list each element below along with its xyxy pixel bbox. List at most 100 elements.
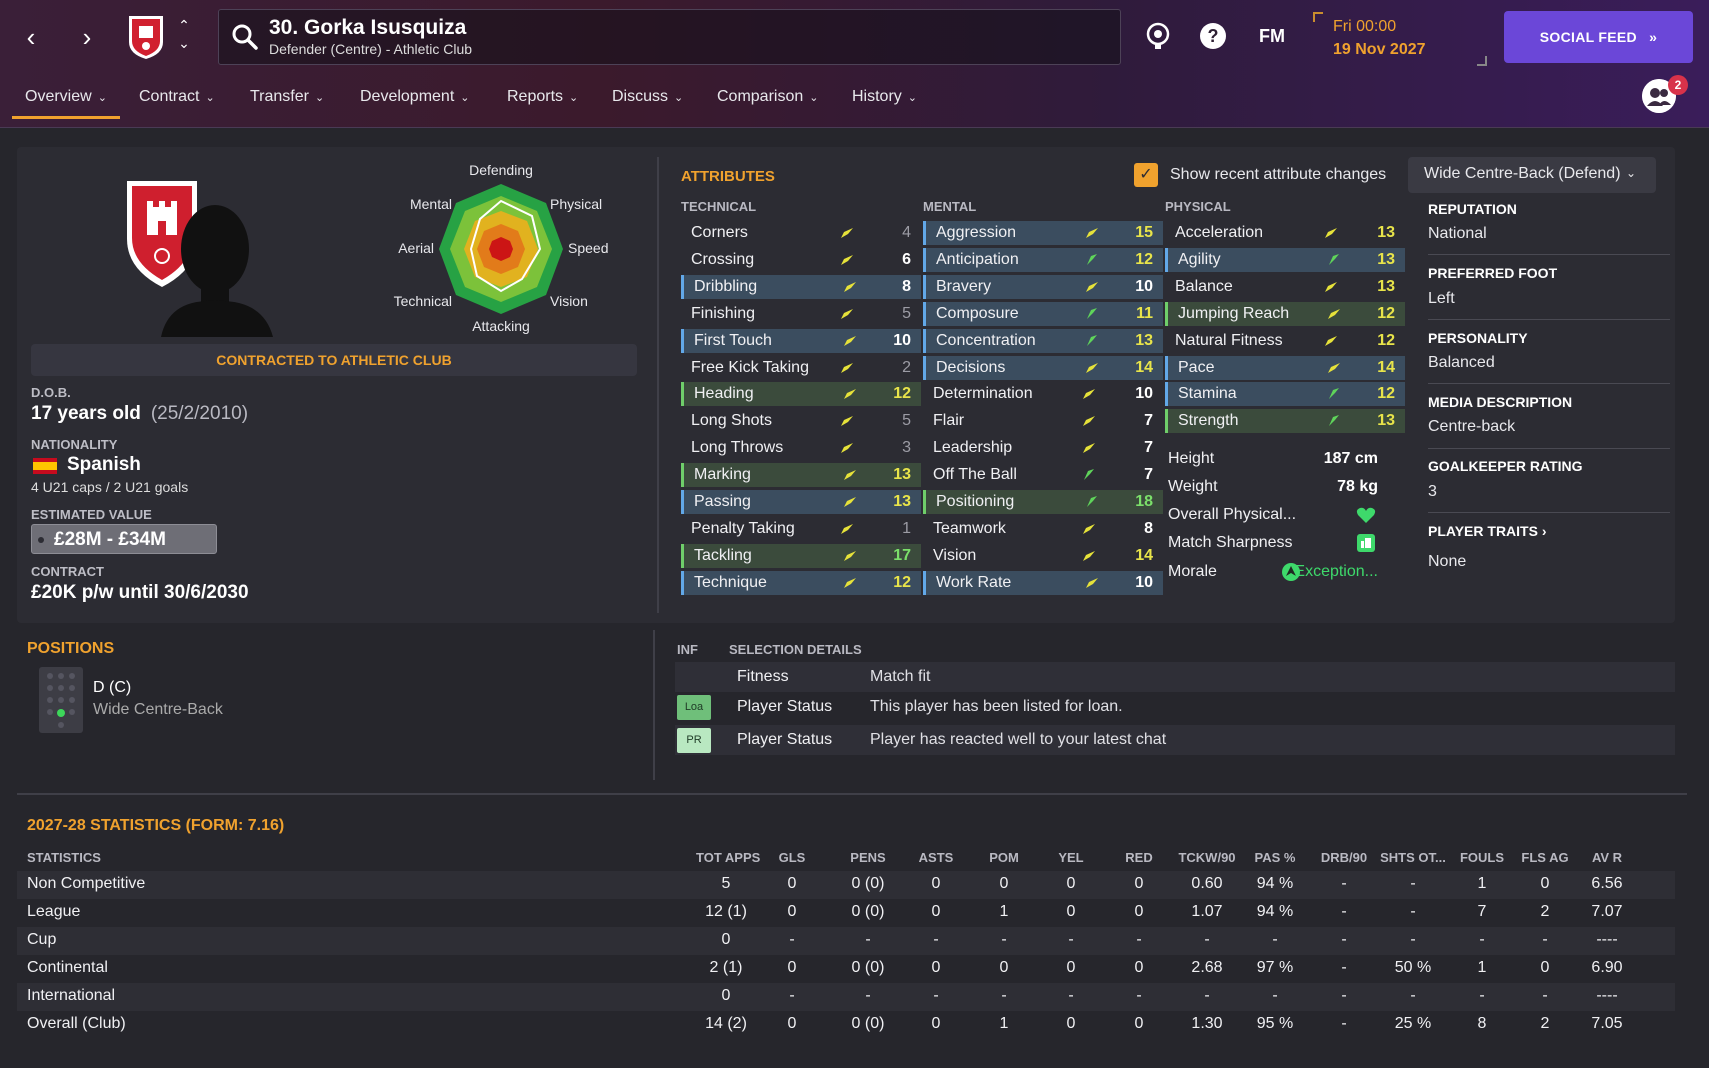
attribute-row[interactable]: First Touch 10 — [681, 328, 921, 353]
tab-contract[interactable]: Contract ⌄ — [139, 88, 215, 106]
attribute-row[interactable]: Teamwork 8 — [923, 517, 1163, 541]
attribute-row[interactable]: Flair 7 — [923, 409, 1163, 433]
statistics-column-header[interactable]: PAS % — [1245, 850, 1305, 865]
attribute-row[interactable]: Technique 12 — [681, 570, 921, 595]
player-search-box[interactable]: 30. Gorka Isusquiza Defender (Centre) - … — [218, 9, 1121, 65]
attribute-row[interactable]: Off The Ball 7 — [923, 463, 1163, 487]
statistics-column-header[interactable]: PENS — [838, 850, 898, 865]
attribute-row[interactable]: Penalty Taking 1 — [681, 517, 921, 541]
attribute-row[interactable]: Dribbling 8 — [681, 274, 921, 299]
tab-discuss[interactable]: Discuss ⌄ — [612, 88, 683, 106]
nationality-value[interactable]: Spanish — [67, 454, 141, 476]
social-feed-button[interactable]: SOCIAL FEED » — [1504, 11, 1693, 63]
attribute-name: Anticipation — [936, 250, 1019, 268]
trend-up-left-icon — [1329, 415, 1339, 427]
attribute-row[interactable]: Long Throws 3 — [681, 436, 921, 460]
tab-history[interactable]: History ⌄ — [852, 88, 917, 106]
tab-overview[interactable]: Overview ⌄ — [25, 88, 107, 106]
tab-comparison[interactable]: Comparison ⌄ — [717, 88, 818, 106]
attribute-row[interactable]: Bravery 10 — [923, 274, 1163, 299]
community-icon[interactable] — [1142, 20, 1174, 52]
attribute-row[interactable]: Work Rate 10 — [923, 570, 1163, 595]
attribute-value: 17 — [893, 546, 911, 564]
attribute-row[interactable]: Agility 13 — [1165, 247, 1405, 272]
statistics-row[interactable]: International 0- - - - - - - - - - - - ---- — [17, 983, 1675, 1011]
statistics-column-header[interactable]: POM — [974, 850, 1034, 865]
statistics-row[interactable]: Continental 2 (1) 0 0 (0) 0 0 0 0 2.68 97 % - 50 % 1… — [17, 955, 1675, 983]
attribute-value: 13 — [893, 493, 911, 510]
position-pitch[interactable] — [39, 667, 83, 733]
attribute-value: 7 — [1144, 466, 1153, 484]
checkbox-checked-icon[interactable]: ✓ — [1134, 163, 1158, 187]
loan-badge[interactable]: Loa — [677, 695, 711, 720]
back-arrow-icon[interactable]: ‹ — [14, 20, 48, 54]
attribute-row[interactable]: Finishing 5 — [681, 302, 921, 326]
attribute-row[interactable]: Heading 12 — [681, 382, 921, 407]
search-icon[interactable] — [231, 23, 259, 51]
attribute-row[interactable]: Pace 14 — [1165, 355, 1405, 380]
statistics-row[interactable]: Cup 0- - - - - - - - - - - - ---- — [17, 927, 1675, 955]
attribute-row[interactable]: Determination 10 — [923, 382, 1163, 406]
attribute-row[interactable]: Composure 11 — [923, 301, 1163, 326]
attribute-value: 12 — [1377, 385, 1395, 403]
role-select[interactable]: Wide Centre-Back (Defend) ⌄ — [1408, 157, 1656, 193]
fm-menu-button[interactable]: FM — [1252, 20, 1292, 52]
morale-label: Morale — [1168, 563, 1217, 580]
pr-badge[interactable]: PR — [677, 728, 711, 753]
attribute-row[interactable]: Leadership 7 — [923, 436, 1163, 460]
statistics-row[interactable]: League 12 (1) 0 0 (0) 0 1 0 0 1.07 94 % - - 7 2 7.07 — [17, 899, 1675, 927]
player-traits-link[interactable]: PLAYER TRAITS › — [1428, 523, 1547, 539]
attribute-row[interactable]: Strength 13 — [1165, 409, 1405, 434]
attribute-value: 13 — [1377, 412, 1395, 430]
statistics-cell: 0 — [999, 959, 1009, 976]
statistics-column-header[interactable]: RED — [1109, 850, 1169, 865]
statistics-column-header[interactable]: FOULS — [1452, 850, 1512, 865]
tab-reports[interactable]: Reports ⌄ — [507, 88, 578, 106]
statistics-column-header[interactable]: SHTS OT... — [1375, 850, 1451, 865]
statistics-row[interactable]: Non Competitive 5 0 0 (0) 0 0 0 0 0.60 94 % - - 1 0 6.… — [17, 871, 1675, 899]
attribute-row[interactable]: Balance 13 — [1165, 275, 1405, 299]
attribute-row[interactable]: Tackling 17 — [681, 543, 921, 568]
club-badge-icon[interactable] — [127, 14, 165, 60]
statistics-column-header[interactable]: TOT APPS — [696, 850, 760, 865]
statistics-column-header[interactable]: FLS AG — [1515, 850, 1575, 865]
radar-label: Mental — [410, 196, 452, 212]
morale-row[interactable]: Morale Exception... — [1158, 560, 1388, 584]
statistics-row[interactable]: Overall (Club) 14 (2) 0 0 (0) 0 1 0 0 1.30 95 % - 2… — [17, 1011, 1675, 1039]
attribute-row[interactable]: Vision 14 — [923, 544, 1163, 568]
overall-physical-row[interactable]: Overall Physical... — [1158, 503, 1388, 527]
attribute-row[interactable]: Concentration 13 — [923, 328, 1163, 353]
forward-arrow-icon[interactable]: › — [70, 20, 104, 54]
help-icon[interactable]: ? — [1197, 20, 1229, 52]
up-down-arrows-icon[interactable]: ⌃ ⌄ — [174, 16, 194, 56]
tab-transfer[interactable]: Transfer ⌄ — [250, 88, 324, 106]
attribute-row[interactable]: Long Shots 5 — [681, 409, 921, 433]
statistics-column-header[interactable]: AV R — [1577, 850, 1637, 865]
attribute-row[interactable]: Natural Fitness 12 — [1165, 329, 1405, 353]
game-date[interactable]: Fri 00:00 19 Nov 2027 — [1313, 10, 1487, 66]
statistics-column-header[interactable]: DRB/90 — [1314, 850, 1374, 865]
attribute-row[interactable]: Jumping Reach 12 — [1165, 301, 1405, 326]
match-sharpness-row[interactable]: Match Sharpness — [1158, 531, 1388, 555]
attribute-row[interactable]: Crossing 6 — [681, 248, 921, 272]
pitch-dot — [58, 697, 64, 703]
statistics-column-header[interactable]: ASTS — [906, 850, 966, 865]
statistics-cell: - — [1542, 987, 1548, 1004]
attribute-row[interactable]: Free Kick Taking 2 — [681, 356, 921, 380]
statistics-cell: - — [1204, 931, 1210, 948]
attribute-row[interactable]: Positioning 18 — [923, 490, 1163, 514]
attribute-row[interactable]: Anticipation 12 — [923, 247, 1163, 272]
attribute-value: 13 — [893, 466, 911, 484]
statistics-column-header[interactable]: TCKW/90 — [1177, 850, 1237, 865]
attribute-row[interactable]: Aggression 15 — [923, 221, 1163, 245]
attribute-row[interactable]: Passing 13 — [681, 490, 921, 514]
attribute-row[interactable]: Decisions 14 — [923, 355, 1163, 380]
statistics-column-header[interactable]: YEL — [1041, 850, 1101, 865]
statistics-column-header[interactable]: GLS — [762, 850, 822, 865]
tab-development[interactable]: Development ⌄ — [360, 88, 470, 106]
statistics-cell: - — [865, 987, 871, 1004]
attribute-row[interactable]: Acceleration 13 — [1165, 221, 1405, 245]
attribute-row[interactable]: Marking 13 — [681, 463, 921, 488]
attribute-row[interactable]: Stamina 12 — [1165, 382, 1405, 407]
attribute-row[interactable]: Corners 4 — [681, 221, 921, 245]
